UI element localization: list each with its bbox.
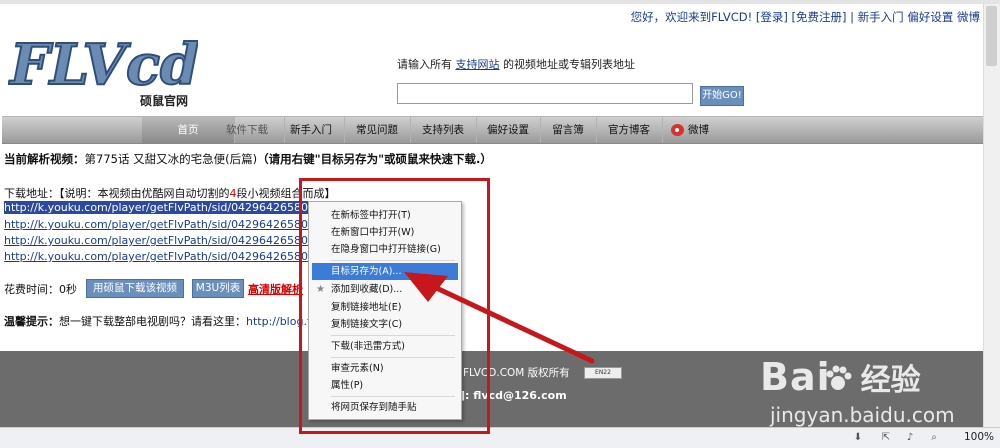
annotation-arrow-head bbox=[404, 272, 448, 302]
annotation-arrow-layer bbox=[404, 272, 595, 364]
annotation-arrow-line bbox=[427, 282, 595, 364]
